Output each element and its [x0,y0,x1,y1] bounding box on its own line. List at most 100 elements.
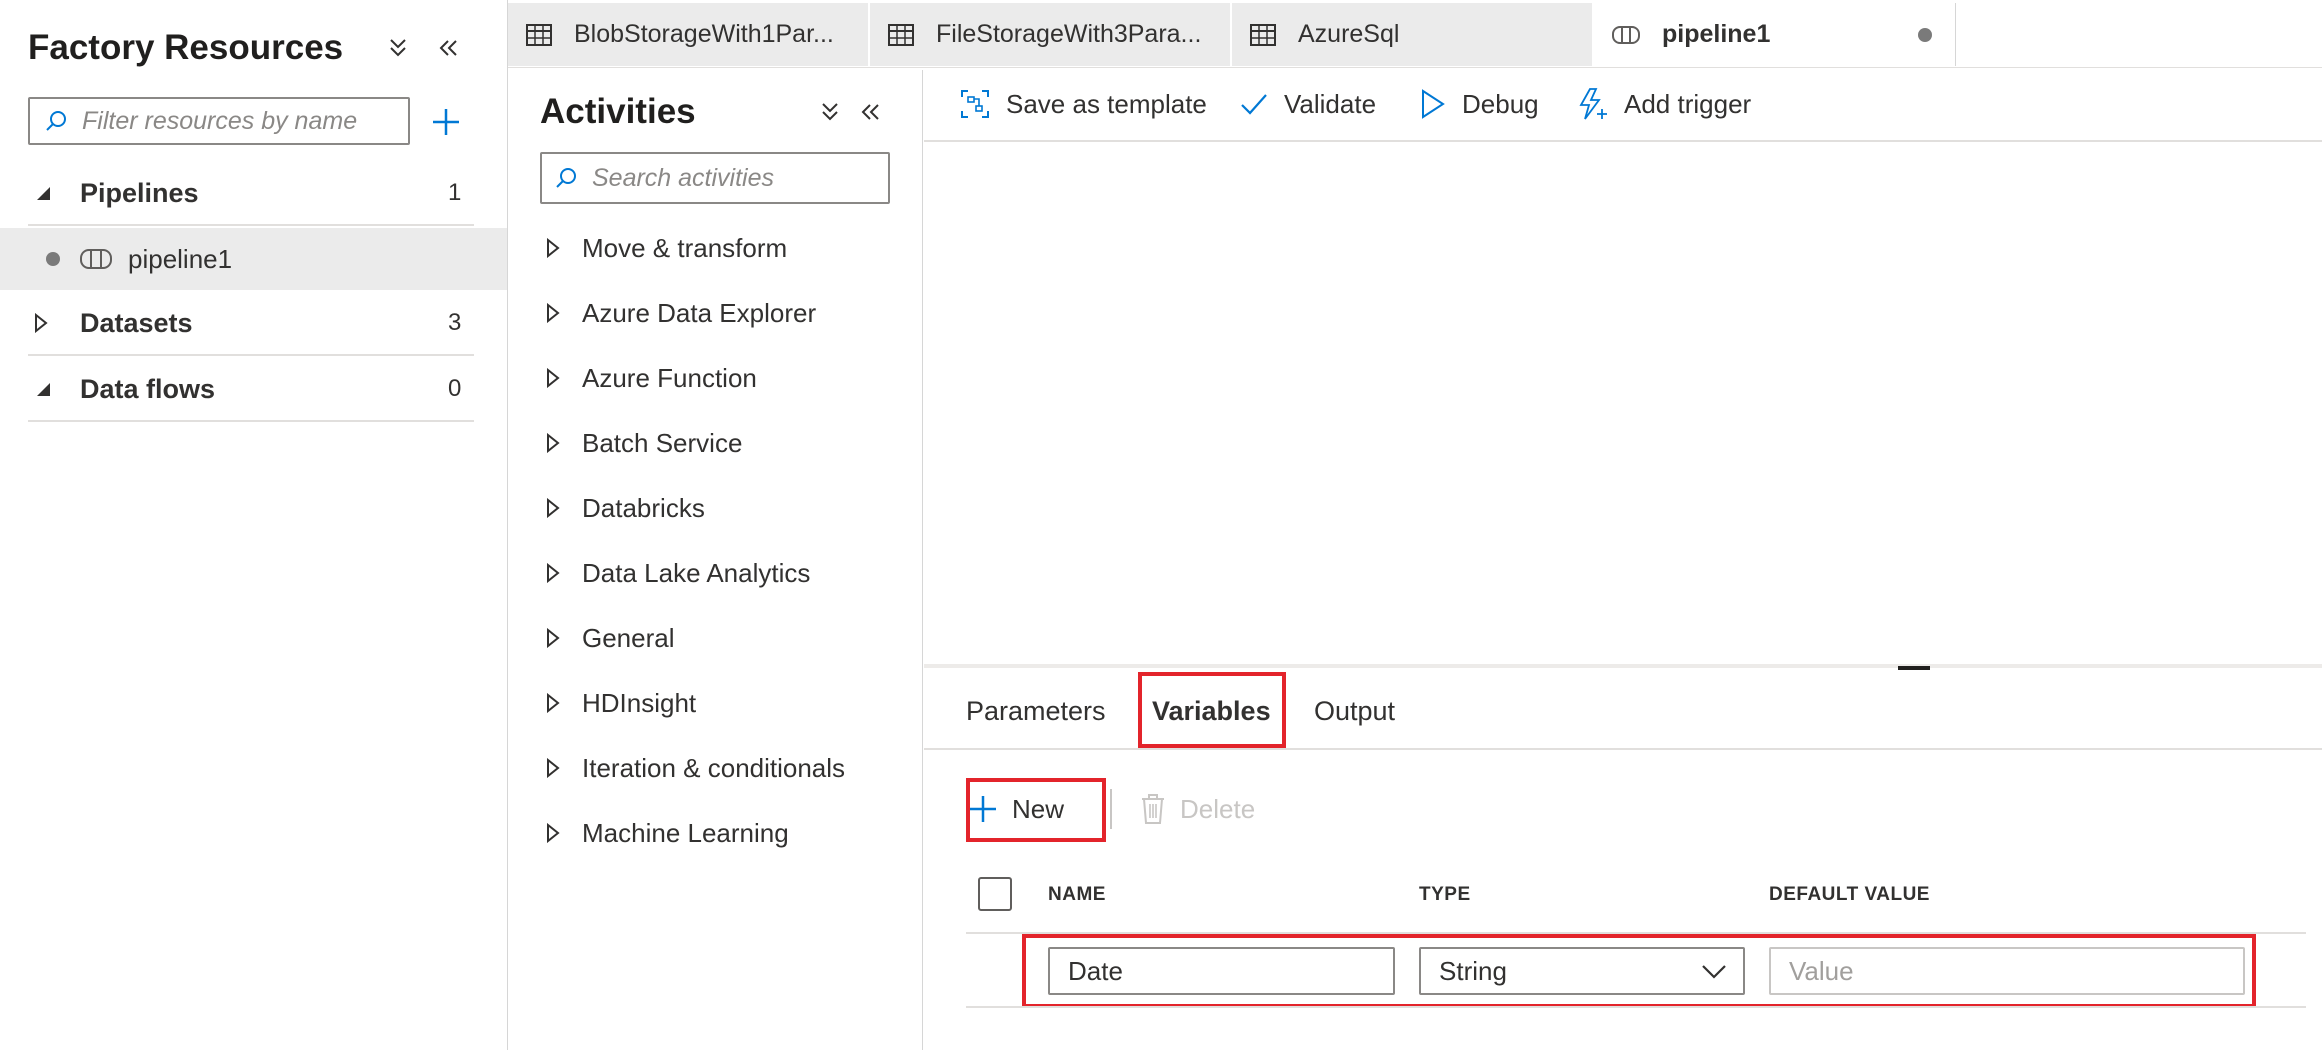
row-divider [966,1006,2306,1008]
collapse-panel-icon[interactable] [430,30,466,66]
chevron-down-icon [1701,963,1727,979]
caret-collapsed-icon [546,238,560,258]
activity-category-label: Iteration & conditionals [582,752,846,783]
variable-type-select[interactable]: String [1419,947,1745,995]
validate-button[interactable]: Validate [1240,78,1376,130]
tab-label: BlobStorageWith1Par... [574,20,834,48]
tab-output[interactable]: Output [1314,696,1395,727]
caret-collapsed-icon [546,823,560,843]
tree-pipelines[interactable]: Pipelines 1 [28,162,474,226]
tab-label: AzureSql [1298,20,1400,48]
activity-category-label: Batch Service [582,427,743,458]
tab-blobstorage[interactable]: BlobStorageWith1Par... [508,3,870,66]
activity-category-label: Databricks [582,492,705,523]
activity-category[interactable]: Data Lake Analytics [546,553,810,593]
caret-collapsed-icon [546,563,560,583]
activity-category[interactable]: Azure Function [546,358,757,398]
tree-pipelines-label: Pipelines [80,177,199,208]
table-icon [888,23,914,46]
activity-category[interactable]: HDInsight [546,683,696,723]
add-resource-icon[interactable] [428,104,464,140]
tab-label: pipeline1 [1662,20,1771,48]
activity-category-label: Azure Data Explorer [582,297,817,328]
tree-pipelines-count: 1 [448,179,462,206]
tab-pipeline1[interactable]: pipeline1 [1594,3,1956,66]
caret-collapsed-icon [34,313,58,333]
tree-datasets-count: 3 [448,309,462,336]
tree-data-flows[interactable]: Data flows 0 [28,358,474,422]
caret-collapsed-icon [546,368,560,388]
collapse-panel-icon[interactable] [852,94,888,130]
search-activities-field[interactable] [540,152,890,204]
activity-category[interactable]: Machine Learning [546,813,789,853]
tab-label: FileStorageWith3Para... [936,20,1202,48]
select-all-checkbox[interactable] [978,877,1012,911]
unsaved-dot-icon [46,252,60,266]
caret-collapsed-icon [546,628,560,648]
activities-title: Activities [540,92,696,131]
variable-name-input[interactable] [1050,955,1393,987]
activity-category-label: Data Lake Analytics [582,557,811,588]
activity-category[interactable]: Iteration & conditionals [546,748,845,788]
pipeline-icon [80,248,112,270]
save-as-template-button[interactable]: Save as template [960,78,1207,130]
play-icon [1420,89,1446,119]
add-trigger-label: Add trigger [1624,88,1752,119]
caret-collapsed-icon [546,693,560,713]
add-trigger-button[interactable]: Add trigger [1576,78,1751,130]
activity-category-label: Machine Learning [582,817,789,848]
unsaved-dot-icon [1918,28,1932,42]
factory-resources-title: Factory Resources [28,28,344,67]
column-header-name: NAME [1048,884,1106,905]
activity-category[interactable]: Azure Data Explorer [546,293,816,333]
pipeline-icon [1612,25,1640,45]
activity-category[interactable]: Move & transform [546,228,787,268]
toolbar-divider [1110,789,1112,829]
activity-category[interactable]: Batch Service [546,423,742,463]
tab-filestorage[interactable]: FileStorageWith3Para... [870,3,1232,66]
tab-variables[interactable]: Variables [1152,696,1271,727]
plus-icon [968,794,998,824]
tab-azuresql[interactable]: AzureSql [1232,3,1594,66]
caret-collapsed-icon [546,433,560,453]
caret-collapsed-icon [546,758,560,778]
checkmark-icon [1240,92,1268,116]
variable-default-value-input[interactable] [1771,955,2243,987]
delete-variable-button[interactable]: Delete [1140,783,1255,835]
caret-collapsed-icon [546,303,560,323]
activity-category-label: HDInsight [582,687,697,718]
tree-data-flows-count: 0 [448,375,462,402]
activity-category-label: General [582,622,675,653]
pipeline-canvas[interactable] [924,142,2322,664]
collapse-all-icon[interactable] [380,30,416,66]
new-label: New [1012,793,1065,824]
caret-expanded-icon [34,380,58,398]
activity-category[interactable]: General [546,618,675,658]
activity-category-label: Move & transform [582,232,788,263]
row-divider [966,932,2306,934]
table-icon [526,23,552,46]
resource-item-pipeline1[interactable]: pipeline1 [0,228,507,290]
tree-datasets-label: Datasets [80,307,193,338]
resource-item-label: pipeline1 [128,243,233,274]
caret-collapsed-icon [546,498,560,518]
new-variable-button[interactable]: New [968,783,1064,835]
debug-button[interactable]: Debug [1420,78,1539,130]
tree-data-flows-label: Data flows [80,373,216,404]
filter-resources-input[interactable] [82,106,408,136]
lightning-icon [1576,87,1608,121]
trash-icon [1140,793,1166,825]
variable-default-value-field[interactable] [1769,947,2245,995]
column-header-default-value: DEFAULT VALUE [1769,884,1930,905]
filter-resources-field[interactable] [28,97,410,145]
search-activities-input[interactable] [592,163,888,193]
activity-category[interactable]: Databricks [546,488,705,528]
tab-parameters[interactable]: Parameters [966,696,1106,727]
tree-datasets[interactable]: Datasets 3 [28,292,474,356]
save-as-template-label: Save as template [1006,88,1207,119]
variable-name-field[interactable] [1048,947,1395,995]
collapse-all-icon[interactable] [812,94,848,130]
activity-category-label: Azure Function [582,362,757,393]
column-header-type: TYPE [1419,884,1471,905]
bottom-panel-tabs [924,668,2322,750]
